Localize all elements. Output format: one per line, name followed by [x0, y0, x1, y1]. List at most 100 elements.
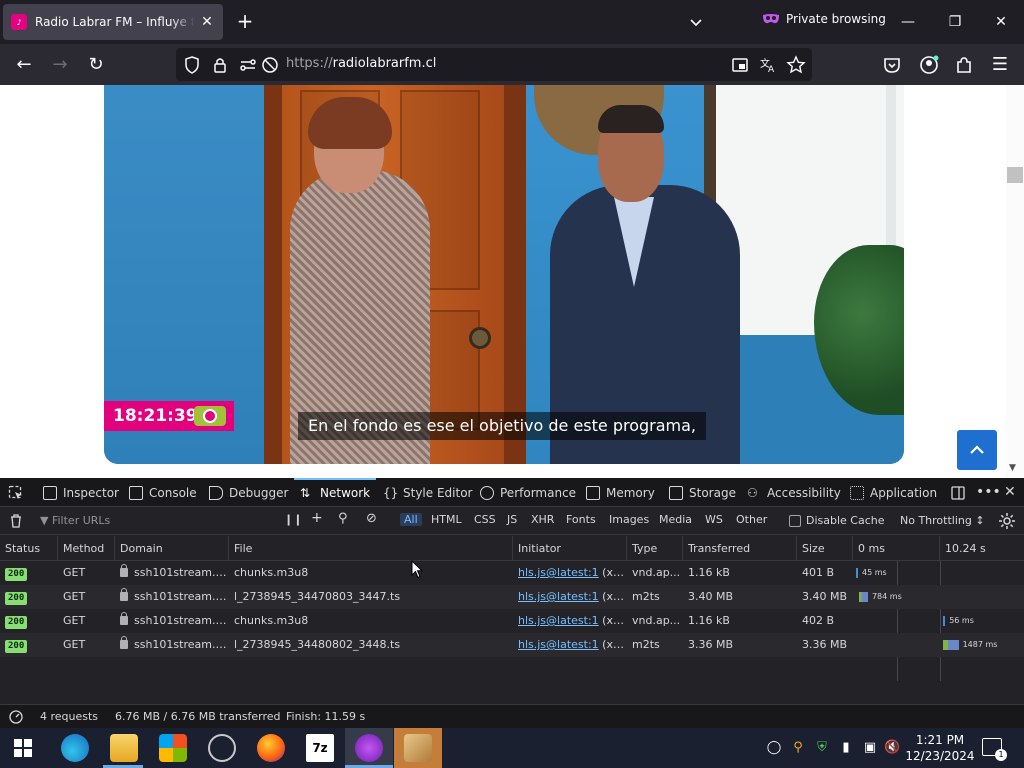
obs-studio-icon[interactable] [208, 734, 236, 762]
7zip-icon[interactable]: 7z [306, 734, 334, 762]
tray-search-icon[interactable]: ⚲ [790, 740, 806, 756]
column-transferred[interactable]: Transferred [683, 536, 797, 561]
waterfall-bar[interactable] [943, 616, 946, 626]
tab-memory[interactable]: Memory [586, 478, 655, 507]
table-row[interactable]: 200 GET ssh101stream.s... chunks.m3u8 hls.js… [0, 609, 1024, 633]
filter-all[interactable]: All [400, 513, 422, 526]
initiator-link[interactable]: hls.js@latest:1 [518, 638, 599, 651]
picture-in-picture-icon[interactable] [730, 55, 750, 75]
edge-icon[interactable] [61, 734, 89, 762]
tab-performance[interactable]: Performance [480, 478, 576, 507]
pause-recording-icon[interactable]: ❙❙ [284, 513, 302, 526]
tab-network[interactable]: ⇅ Network [293, 478, 377, 507]
waterfall-bar[interactable] [943, 640, 959, 650]
close-devtools-icon[interactable]: ✕ [1004, 484, 1016, 500]
autoplay-blocked-icon[interactable] [260, 55, 280, 75]
column-initiator[interactable]: Initiator [513, 536, 627, 561]
tab-close-icon[interactable]: ✕ [199, 14, 215, 30]
tray-volume-muted-icon[interactable]: 🔇 [884, 740, 900, 756]
microsoft-store-icon[interactable] [159, 734, 187, 762]
pocket-icon[interactable] [880, 53, 904, 77]
filter-js[interactable]: JS [507, 513, 517, 526]
column-method[interactable]: Method [58, 536, 115, 561]
scroll-down-arrow-icon[interactable]: ▼ [1009, 463, 1016, 473]
add-request-blocking-icon[interactable]: + [311, 510, 323, 526]
performance-analysis-icon[interactable] [8, 709, 24, 725]
notification-center-icon[interactable]: 1 [982, 738, 1007, 761]
filter-ws[interactable]: WS [705, 513, 723, 526]
back-button[interactable]: ← [12, 53, 36, 77]
video-player[interactable]: 18:21:39 En el fondo es ese el objetivo … [104, 85, 904, 464]
url-bar[interactable]: https://radiolabrarfm.cl 文A [176, 48, 812, 81]
forward-button[interactable]: → [48, 53, 72, 77]
waterfall-bar[interactable] [856, 568, 858, 578]
column-waterfall-start[interactable]: 0 ms [853, 536, 940, 561]
tray-security-icon[interactable]: ⛨ [814, 740, 830, 756]
filter-css[interactable]: CSS [474, 513, 496, 526]
scroll-to-top-button[interactable] [957, 430, 997, 470]
tray-battery-icon[interactable]: ▮ [838, 740, 854, 756]
dock-side-icon[interactable] [950, 485, 966, 501]
system-clock[interactable]: 1:21 PM 12/23/2024 [903, 732, 977, 764]
filter-xhr[interactable]: XHR [531, 513, 554, 526]
gear-icon[interactable] [998, 512, 1016, 530]
waterfall-bar[interactable] [859, 592, 868, 602]
tab-console[interactable]: Console [129, 478, 197, 507]
tray-network-icon[interactable]: ▣ [862, 740, 878, 756]
element-picker-icon[interactable] [8, 485, 24, 501]
column-type[interactable]: Type [627, 536, 683, 561]
lock-icon[interactable] [210, 55, 230, 75]
block-requests-icon[interactable]: ⊘ [366, 511, 377, 526]
column-domain[interactable]: Domain [115, 536, 229, 561]
table-row[interactable]: 200 GET ssh101stream.s... chunks.m3u8 hls.js… [0, 561, 1024, 585]
tab-inspector[interactable]: Inspector [43, 478, 119, 507]
reload-button[interactable]: ↻ [84, 53, 108, 77]
filter-html[interactable]: HTML [431, 513, 462, 526]
throttling-select[interactable]: No Throttling ↕ [900, 514, 985, 527]
permissions-icon[interactable] [238, 55, 258, 75]
tab-style-editor[interactable]: {} Style Editor [383, 478, 472, 507]
filter-other[interactable]: Other [736, 513, 767, 526]
table-row[interactable]: 200 GET ssh101stream.s... l_2738945_3447080… [0, 585, 1024, 609]
menu-hamburger-icon[interactable]: ☰ [988, 53, 1012, 77]
initiator-link[interactable]: hls.js@latest:1 [518, 566, 599, 579]
filter-urls-input[interactable]: ▼ Filter URLs [40, 514, 110, 527]
browser-tab[interactable]: ♪ Radio Labrar FM – Influye tus se ✕ [3, 4, 223, 40]
account-icon[interactable] [917, 53, 941, 77]
tray-performance-icon[interactable]: ◯ [766, 740, 782, 756]
disable-cache-checkbox[interactable]: Disable Cache [789, 514, 885, 527]
tab-application[interactable]: Application [850, 478, 937, 507]
search-icon[interactable]: ⚲ [338, 511, 348, 526]
filter-fonts[interactable]: Fonts [566, 513, 596, 526]
extensions-icon[interactable] [952, 53, 976, 77]
bookmark-star-icon[interactable] [786, 55, 806, 75]
page-scrollbar-thumb[interactable] [1007, 167, 1023, 183]
list-all-tabs-icon[interactable] [686, 12, 706, 32]
column-status[interactable]: Status [0, 536, 58, 561]
new-tab-button[interactable]: + [234, 10, 256, 32]
filter-images[interactable]: Images [609, 513, 649, 526]
initiator-link[interactable]: hls.js@latest:1 [518, 614, 599, 627]
tab-storage[interactable]: Storage [669, 478, 736, 507]
page-scrollbar[interactable] [1006, 85, 1024, 478]
file-explorer-icon[interactable] [110, 734, 138, 762]
column-file[interactable]: File [229, 536, 513, 561]
column-waterfall-end[interactable]: 10.24 s [940, 536, 1024, 561]
translate-icon[interactable]: 文A [758, 55, 778, 75]
minimize-button[interactable]: — [896, 10, 920, 34]
close-window-button[interactable]: ✕ [989, 10, 1013, 34]
windows-start-icon[interactable] [14, 739, 32, 757]
initiator-link[interactable]: hls.js@latest:1 [518, 590, 599, 603]
tab-debugger[interactable]: Debugger [209, 478, 288, 507]
tracking-protection-shield-icon[interactable] [182, 55, 202, 75]
firefox-icon[interactable] [257, 734, 285, 762]
tab-accessibility[interactable]: ⚇ Accessibility [747, 478, 841, 507]
virtual-box-icon[interactable] [404, 734, 432, 762]
table-row[interactable]: 200 GET ssh101stream.s... l_2738945_3448080… [0, 633, 1024, 657]
trash-icon[interactable] [9, 513, 23, 528]
url-text[interactable]: https://radiolabrarfm.cl [286, 56, 436, 71]
column-size[interactable]: Size [797, 536, 853, 561]
filter-media[interactable]: Media [659, 513, 692, 526]
more-options-icon[interactable]: ••• [976, 484, 1001, 500]
firefox-private-icon[interactable] [355, 734, 383, 762]
